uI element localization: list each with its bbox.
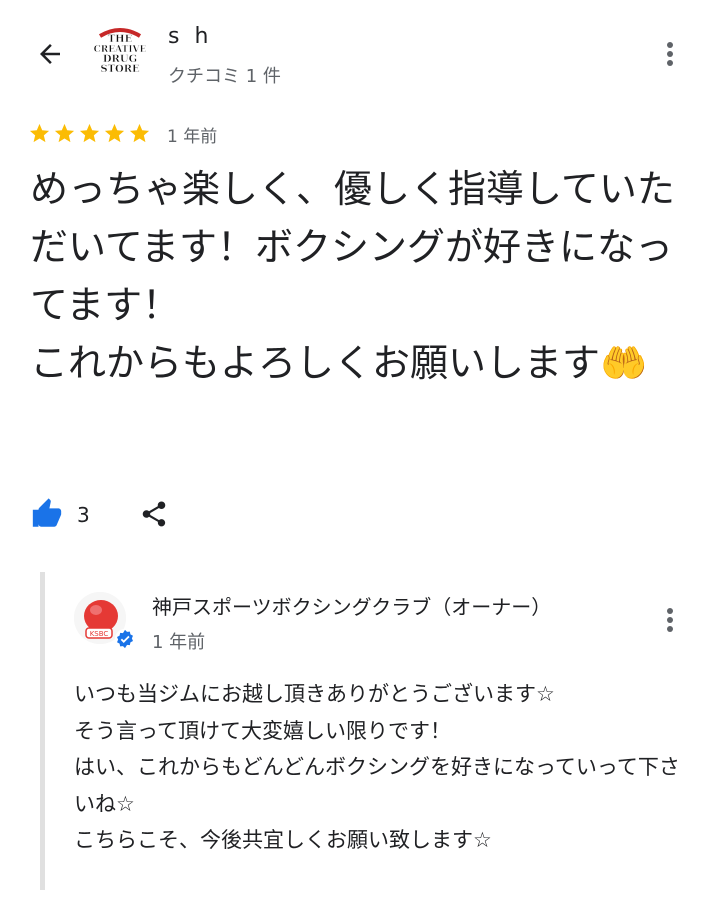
star-icon	[79, 123, 100, 143]
star-icon	[29, 123, 50, 143]
share-icon	[142, 501, 166, 527]
owner-name[interactable]: 神戸スポーツボクシングクラブ（オーナー）	[152, 591, 632, 620]
reviewer-name[interactable]: s h	[168, 24, 212, 49]
owner-reply-time: 1 年前	[152, 632, 206, 653]
verified-badge-icon	[114, 628, 136, 650]
svg-text:STORE: STORE	[100, 64, 140, 75]
back-button[interactable]	[30, 34, 70, 74]
thumb-up-icon	[32, 498, 62, 527]
star-icon	[104, 123, 125, 143]
arrow-back-icon	[40, 44, 60, 64]
user-avatar[interactable]: THE CREATIVE DRUG STORE	[92, 24, 148, 80]
like-button[interactable]	[30, 494, 70, 534]
share-button[interactable]	[136, 496, 172, 532]
reply-divider	[40, 572, 45, 890]
more-options-button[interactable]	[650, 32, 690, 76]
owner-more-options-button[interactable]	[650, 598, 690, 642]
star-icon	[129, 123, 150, 143]
avatar-logo-image: THE CREATIVE DRUG STORE	[92, 24, 148, 80]
more-vert-icon	[667, 42, 673, 66]
like-count: 3	[77, 503, 90, 527]
star-icon	[54, 123, 75, 143]
svg-text:THE: THE	[108, 34, 133, 45]
star-rating	[28, 122, 151, 145]
owner-reply-text: いつも当ジムにお越し頂きありがとうございます☆ そう言って頂けて大変嬉しい限りで…	[74, 682, 680, 852]
reviewer-review-count: クチコミ 1 件	[168, 66, 281, 87]
more-vert-icon	[667, 608, 673, 632]
review-text: めっちゃ楽しく、優しく指導していただいてます！ボクシングが好きになってます！ こ…	[30, 167, 675, 385]
review-time: 1 年前	[167, 127, 218, 147]
owner-avatar-label: KSBC	[90, 630, 109, 638]
